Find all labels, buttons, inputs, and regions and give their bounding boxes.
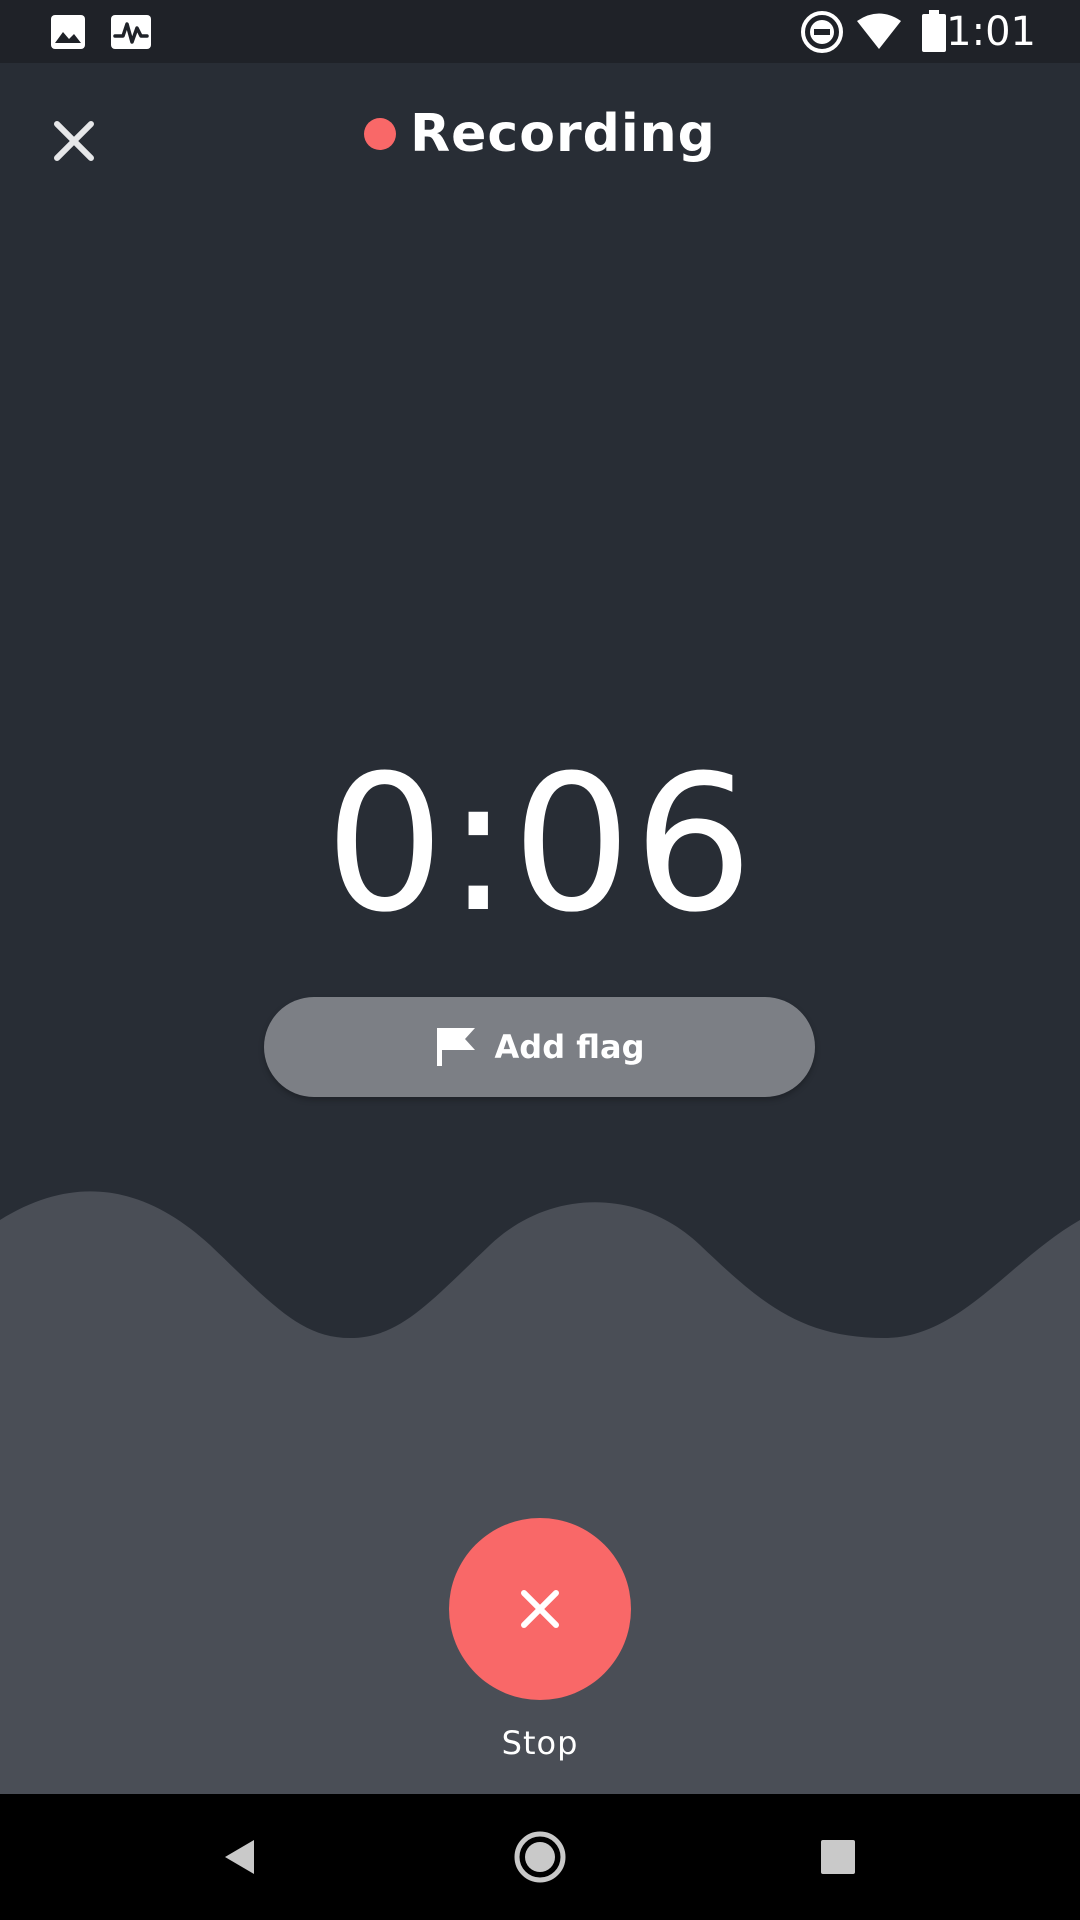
status-time: 1:01: [946, 9, 1036, 55]
activity-icon: [111, 15, 151, 49]
nav-back-button[interactable]: [200, 1817, 280, 1897]
navigation-bar: [0, 1794, 1080, 1920]
app-header: Recording: [0, 63, 1080, 207]
nav-home-button[interactable]: [500, 1817, 580, 1897]
back-icon: [225, 1840, 254, 1874]
stop-label: Stop: [501, 1724, 579, 1762]
wifi-icon: [857, 13, 901, 49]
flag-icon: [436, 1028, 475, 1066]
add-flag-button[interactable]: Add flag: [264, 997, 815, 1097]
status-bar: 1:01: [0, 0, 1080, 63]
do-not-disturb-icon: [801, 11, 843, 53]
battery-icon: [922, 10, 946, 52]
nav-recents-button[interactable]: [798, 1817, 878, 1897]
stop-close-icon: [521, 1590, 559, 1628]
image-icon: [51, 15, 85, 49]
recording-dot-icon: [364, 118, 397, 150]
stop-button[interactable]: [449, 1518, 631, 1700]
recents-icon: [821, 1840, 855, 1874]
elapsed-timer: 0:06: [324, 735, 756, 954]
home-icon: [514, 1831, 566, 1883]
recording-title: Recording: [0, 103, 1080, 165]
page-title: Recording: [410, 104, 716, 164]
add-flag-label: Add flag: [494, 1028, 645, 1066]
wave-background: [0, 1191, 1080, 1794]
